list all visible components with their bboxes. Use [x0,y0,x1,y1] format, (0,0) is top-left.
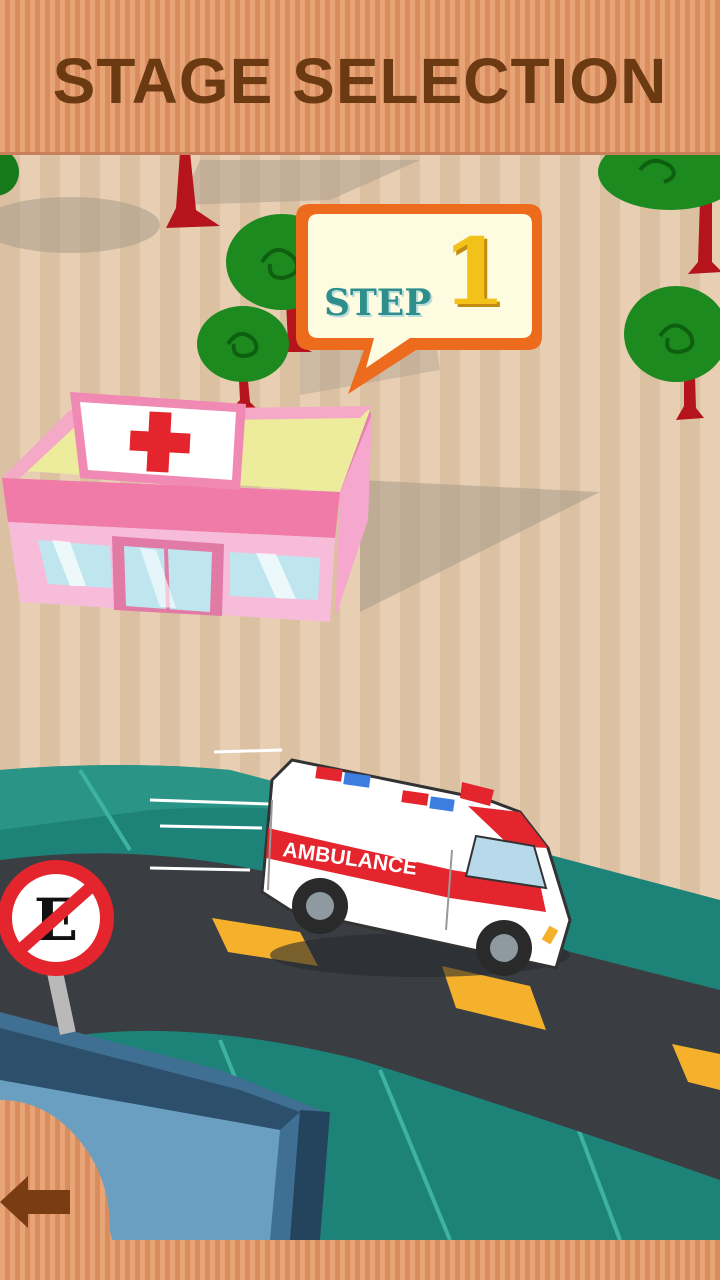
page-title: STAGE SELECTION [52,45,668,117]
hospital-building [2,392,372,622]
stage-selection-screen: AMBULANCE E STEP 1 STAGE SELECTION [0,0,720,1280]
step-number: 1 [442,218,507,326]
header-bar: STAGE SELECTION [0,0,720,152]
stage-1-button[interactable]: STEP 1 [296,204,542,394]
step-label: STEP [324,282,432,324]
back-button[interactable] [0,1100,160,1280]
